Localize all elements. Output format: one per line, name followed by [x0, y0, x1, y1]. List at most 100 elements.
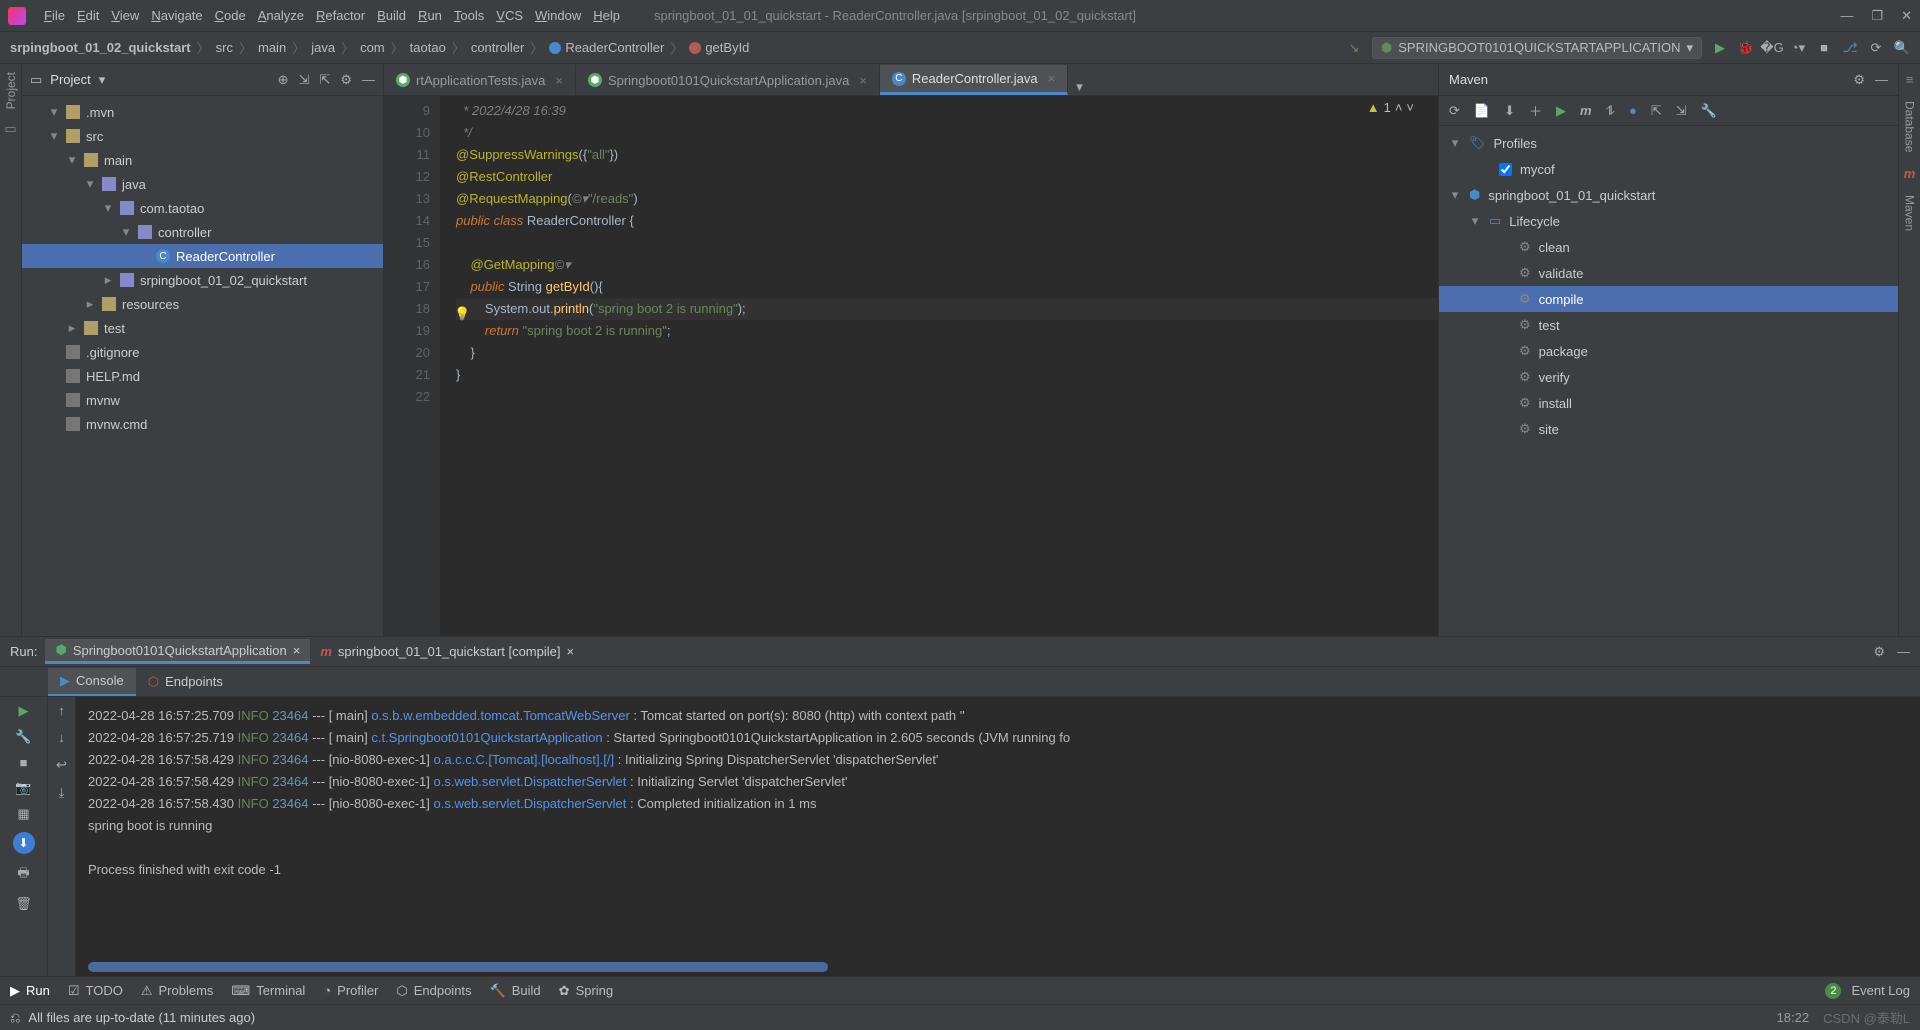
horizontal-scrollbar[interactable]	[88, 962, 828, 972]
add-icon[interactable]: ＋	[1529, 101, 1542, 120]
toolwindow-problems[interactable]: ⚠Problems	[141, 983, 214, 999]
code-editor[interactable]: 910111213141516171819202122 * 2022/4/28 …	[384, 96, 1438, 636]
settings-icon[interactable]: 🔧	[1701, 103, 1717, 119]
chevron-down-icon[interactable]: ▾	[99, 72, 106, 88]
menu-run[interactable]: Run	[412, 4, 448, 27]
maven-node[interactable]: ⚙site	[1439, 416, 1898, 442]
scroll-end-icon[interactable]: ⤓	[59, 785, 65, 801]
breadcrumb-item[interactable]: ReaderController	[549, 40, 664, 55]
search-icon[interactable]: 🔍	[1894, 40, 1910, 56]
database-icon[interactable]: ≡	[1906, 72, 1914, 87]
menu-analyze[interactable]: Analyze	[252, 4, 310, 27]
tree-node[interactable]: ▸test	[22, 316, 383, 340]
run-tab[interactable]: ⬢Springboot0101QuickstartApplication×	[45, 639, 310, 664]
project-pane-title[interactable]: Project	[50, 72, 90, 87]
tree-node[interactable]: ▾java	[22, 172, 383, 196]
menu-code[interactable]: Code	[209, 4, 252, 27]
maven-node[interactable]: ▾▭Lifecycle	[1439, 208, 1898, 234]
editor-tab[interactable]: ⬢Springboot0101QuickstartApplication.jav…	[576, 65, 880, 95]
menu-tools[interactable]: Tools	[448, 4, 490, 27]
run-config-selector[interactable]: ⬢ SPRINGBOOT0101QUICKSTARTAPPLICATION ▾	[1372, 37, 1702, 59]
run-subtab[interactable]: ⬡Endpoints	[136, 668, 235, 696]
tree-node[interactable]: CReaderController	[22, 244, 383, 268]
run-icon[interactable]: ▶	[1556, 103, 1566, 119]
toolwindow-run[interactable]: ▶Run	[10, 983, 50, 999]
breadcrumb-item[interactable]: getById	[689, 40, 749, 55]
chevron-down-icon[interactable]: ˅	[1406, 100, 1414, 115]
maven-node[interactable]: ⚙validate	[1439, 260, 1898, 286]
offline-icon[interactable]: ●	[1629, 103, 1637, 118]
down-icon[interactable]: ↓	[58, 730, 65, 745]
run-icon[interactable]: ▶	[1712, 40, 1728, 56]
minimize-icon[interactable]: —	[1840, 8, 1853, 24]
close-tab-icon[interactable]: ×	[1048, 71, 1056, 86]
maven-node[interactable]: ⚙verify	[1439, 364, 1898, 390]
intention-bulb-icon[interactable]: 💡	[454, 306, 470, 322]
collapse-icon[interactable]: ⇱	[319, 72, 330, 88]
console-output[interactable]: 2022-04-28 16:57:25.709 INFO 23464 --- […	[76, 697, 1920, 976]
maven-node[interactable]: ▾⬢springboot_01_01_quickstart	[1439, 182, 1898, 208]
editor-tab[interactable]: CReaderController.java×	[880, 65, 1068, 95]
run-subtab[interactable]: ▶Console	[48, 668, 136, 696]
gear-icon[interactable]: ⚙	[340, 72, 352, 88]
folder-icon[interactable]: ▭	[4, 121, 16, 137]
tree-node[interactable]: ▸resources	[22, 292, 383, 316]
menu-build[interactable]: Build	[371, 4, 412, 27]
database-toolwindow-button[interactable]: Database	[1903, 101, 1917, 152]
maven-node[interactable]: mycof	[1439, 156, 1898, 182]
breadcrumb-item[interactable]: com	[360, 40, 385, 55]
maven-node[interactable]: ⚙install	[1439, 390, 1898, 416]
wrench-icon[interactable]: 🔧	[15, 729, 31, 745]
run-tab[interactable]: mspringboot_01_01_quickstart [compile]×	[310, 639, 584, 664]
hide-icon[interactable]: —	[1875, 72, 1888, 88]
breadcrumb-item[interactable]: controller	[471, 40, 524, 55]
menu-vcs[interactable]: VCS	[490, 4, 529, 27]
menu-navigate[interactable]: Navigate	[145, 4, 208, 27]
menu-edit[interactable]: Edit	[71, 4, 105, 27]
project-tree[interactable]: ▾.mvn▾src▾main▾java▾com.taotao▾controlle…	[22, 96, 383, 636]
menu-help[interactable]: Help	[587, 4, 626, 27]
target-icon[interactable]: ⊕	[278, 72, 289, 88]
breadcrumb-item[interactable]: taotao	[410, 40, 446, 55]
menu-refactor[interactable]: Refactor	[310, 4, 371, 27]
menu-view[interactable]: View	[105, 4, 145, 27]
editor-tab[interactable]: ⬢rtApplicationTests.java×	[384, 65, 576, 95]
maven-node[interactable]: ⚙compile	[1439, 286, 1898, 312]
expand-icon[interactable]: ⇲	[299, 72, 310, 88]
toolwindow-profiler[interactable]: ◔Profiler	[323, 983, 378, 999]
stop-icon[interactable]: ■	[1816, 40, 1832, 56]
event-log-button[interactable]: Event Log	[1851, 983, 1910, 998]
maven-m-icon[interactable]: m	[1904, 166, 1916, 181]
close-tab-icon[interactable]: ×	[555, 73, 563, 88]
git-icon[interactable]: ⎇	[1842, 40, 1858, 56]
maximize-icon[interactable]: ❐	[1871, 8, 1883, 24]
close-icon[interactable]: ✕	[1901, 8, 1912, 24]
toolwindow-endpoints[interactable]: ⬡Endpoints	[396, 983, 471, 999]
menu-window[interactable]: Window	[529, 4, 587, 27]
maven-node[interactable]: ▾🏷Profiles	[1439, 130, 1898, 156]
update-icon[interactable]: ⟳	[1868, 40, 1884, 56]
hide-icon[interactable]: —	[1897, 644, 1910, 660]
download-button[interactable]: ⬇	[13, 832, 35, 854]
back-icon[interactable]: ↘	[1346, 40, 1362, 56]
tree-node[interactable]: ▸srpingboot_01_02_quickstart	[22, 268, 383, 292]
gear-icon[interactable]: ⚙	[1873, 644, 1885, 660]
tree-node[interactable]: ▾controller	[22, 220, 383, 244]
toolwindow-terminal[interactable]: ⌨Terminal	[231, 983, 305, 999]
breadcrumb-item[interactable]: main	[258, 40, 286, 55]
project-view-icon[interactable]: ▭	[30, 72, 42, 88]
vcs-icon[interactable]: ⎌	[10, 1010, 20, 1026]
coverage-icon[interactable]: �G	[1764, 40, 1780, 56]
source-code[interactable]: * 2022/4/28 16:39 */@SuppressWarnings({"…	[440, 96, 1438, 636]
close-tab-icon[interactable]: ×	[859, 73, 867, 88]
print-icon[interactable]: 🖶	[17, 864, 29, 886]
tree-node[interactable]: .gitignore	[22, 340, 383, 364]
menu-file[interactable]: File	[38, 4, 71, 27]
editor-tabs[interactable]: ⬢rtApplicationTests.java×⬢Springboot0101…	[384, 64, 1438, 96]
soft-wrap-icon[interactable]: ↩	[56, 757, 67, 773]
layout-icon[interactable]: ▦	[17, 806, 29, 822]
skip-tests-icon[interactable]: ⥮	[1606, 103, 1615, 119]
maven-node[interactable]: ⚙package	[1439, 338, 1898, 364]
reload-icon[interactable]: ⟳	[1449, 103, 1460, 119]
project-toolwindow-button[interactable]: Project	[4, 72, 18, 109]
